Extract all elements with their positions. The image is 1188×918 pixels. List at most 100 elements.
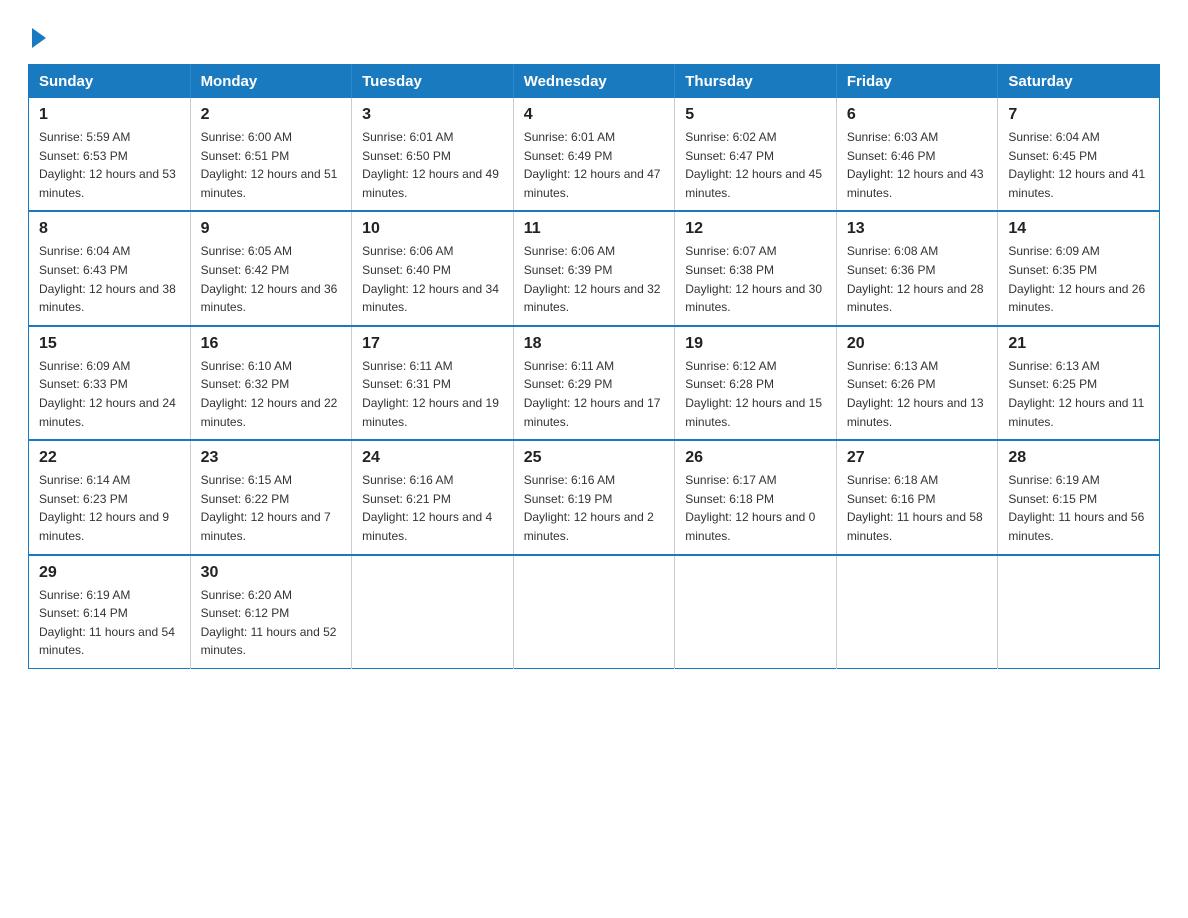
calendar-day-cell: 26Sunrise: 6:17 AMSunset: 6:18 PMDayligh… bbox=[675, 440, 837, 554]
day-number: 17 bbox=[362, 335, 503, 353]
calendar-day-cell bbox=[513, 555, 675, 669]
day-info: Sunrise: 6:03 AMSunset: 6:46 PMDaylight:… bbox=[847, 128, 988, 202]
calendar-day-cell: 21 Sunrise: 6:13 AMSunset: 6:25 PMDayligh… bbox=[998, 326, 1160, 440]
day-number: 19 bbox=[685, 335, 826, 353]
day-number: 22 bbox=[39, 449, 180, 467]
day-info: Sunrise: 6:13 AMSunset: 6:25 PMDaylight:… bbox=[1008, 357, 1149, 431]
calendar-day-cell: 11 Sunrise: 6:06 AMSunset: 6:39 PMDayligh… bbox=[513, 211, 675, 325]
day-info: Sunrise: 6:01 AMSunset: 6:49 PMDaylight:… bbox=[524, 128, 665, 202]
day-of-week-header: Sunday bbox=[29, 65, 191, 99]
day-info: Sunrise: 6:06 AMSunset: 6:39 PMDaylight:… bbox=[524, 242, 665, 316]
logo-arrow-icon bbox=[32, 28, 46, 48]
calendar-day-cell: 7Sunrise: 6:04 AMSunset: 6:45 PMDaylight… bbox=[998, 98, 1160, 211]
day-number: 28 bbox=[1008, 449, 1149, 467]
calendar-day-cell: 16 Sunrise: 6:10 AMSunset: 6:32 PMDayligh… bbox=[190, 326, 352, 440]
day-of-week-header: Monday bbox=[190, 65, 352, 99]
day-info: Sunrise: 6:07 AMSunset: 6:38 PMDaylight:… bbox=[685, 242, 826, 316]
day-info: Sunrise: 6:16 AMSunset: 6:21 PMDaylight:… bbox=[362, 471, 503, 545]
calendar-table: SundayMondayTuesdayWednesdayThursdayFrid… bbox=[28, 64, 1160, 669]
day-info: Sunrise: 6:05 AMSunset: 6:42 PMDaylight:… bbox=[201, 242, 342, 316]
day-info: Sunrise: 5:59 AMSunset: 6:53 PMDaylight:… bbox=[39, 128, 180, 202]
calendar-day-cell: 24 Sunrise: 6:16 AMSunset: 6:21 PMDayligh… bbox=[352, 440, 514, 554]
calendar-day-cell: 3 Sunrise: 6:01 AMSunset: 6:50 PMDaylight… bbox=[352, 98, 514, 211]
day-number: 27 bbox=[847, 449, 988, 467]
day-number: 5 bbox=[685, 106, 826, 124]
calendar-week-row: 8 Sunrise: 6:04 AMSunset: 6:43 PMDaylight… bbox=[29, 211, 1160, 325]
day-info: Sunrise: 6:14 AMSunset: 6:23 PMDaylight:… bbox=[39, 471, 180, 545]
calendar-day-cell: 12 Sunrise: 6:07 AMSunset: 6:38 PMDayligh… bbox=[675, 211, 837, 325]
day-number: 23 bbox=[201, 449, 342, 467]
day-number: 2 bbox=[201, 106, 342, 124]
day-number: 10 bbox=[362, 220, 503, 238]
calendar-day-cell: 23 Sunrise: 6:15 AMSunset: 6:22 PMDayligh… bbox=[190, 440, 352, 554]
day-info: Sunrise: 6:08 AMSunset: 6:36 PMDaylight:… bbox=[847, 242, 988, 316]
calendar-day-cell bbox=[836, 555, 998, 669]
calendar-day-cell: 25 Sunrise: 6:16 AMSunset: 6:19 PMDayligh… bbox=[513, 440, 675, 554]
day-number: 16 bbox=[201, 335, 342, 353]
day-of-week-header: Thursday bbox=[675, 65, 837, 99]
day-number: 20 bbox=[847, 335, 988, 353]
calendar-day-cell: 14Sunrise: 6:09 AMSunset: 6:35 PMDayligh… bbox=[998, 211, 1160, 325]
page-header bbox=[28, 24, 1160, 44]
day-number: 15 bbox=[39, 335, 180, 353]
calendar-day-cell bbox=[998, 555, 1160, 669]
day-number: 25 bbox=[524, 449, 665, 467]
day-number: 21 bbox=[1008, 335, 1149, 353]
calendar-day-cell: 29 Sunrise: 6:19 AMSunset: 6:14 PMDayligh… bbox=[29, 555, 191, 669]
day-info: Sunrise: 6:16 AMSunset: 6:19 PMDaylight:… bbox=[524, 471, 665, 545]
calendar-day-cell: 20 Sunrise: 6:13 AMSunset: 6:26 PMDayligh… bbox=[836, 326, 998, 440]
calendar-day-cell: 28Sunrise: 6:19 AMSunset: 6:15 PMDayligh… bbox=[998, 440, 1160, 554]
day-number: 26 bbox=[685, 449, 826, 467]
day-of-week-header: Wednesday bbox=[513, 65, 675, 99]
day-info: Sunrise: 6:11 AMSunset: 6:31 PMDaylight:… bbox=[362, 357, 503, 431]
day-info: Sunrise: 6:10 AMSunset: 6:32 PMDaylight:… bbox=[201, 357, 342, 431]
day-number: 8 bbox=[39, 220, 180, 238]
day-of-week-header: Saturday bbox=[998, 65, 1160, 99]
calendar-day-cell: 19 Sunrise: 6:12 AMSunset: 6:28 PMDayligh… bbox=[675, 326, 837, 440]
day-number: 9 bbox=[201, 220, 342, 238]
calendar-week-row: 29 Sunrise: 6:19 AMSunset: 6:14 PMDayligh… bbox=[29, 555, 1160, 669]
calendar-day-cell: 30Sunrise: 6:20 AMSunset: 6:12 PMDayligh… bbox=[190, 555, 352, 669]
day-info: Sunrise: 6:06 AMSunset: 6:40 PMDaylight:… bbox=[362, 242, 503, 316]
calendar-day-cell: 6Sunrise: 6:03 AMSunset: 6:46 PMDaylight… bbox=[836, 98, 998, 211]
calendar-day-cell: 18 Sunrise: 6:11 AMSunset: 6:29 PMDayligh… bbox=[513, 326, 675, 440]
day-number: 29 bbox=[39, 564, 180, 582]
calendar-day-cell: 2 Sunrise: 6:00 AMSunset: 6:51 PMDaylight… bbox=[190, 98, 352, 211]
day-info: Sunrise: 6:12 AMSunset: 6:28 PMDaylight:… bbox=[685, 357, 826, 431]
calendar-day-cell: 1 Sunrise: 5:59 AMSunset: 6:53 PMDaylight… bbox=[29, 98, 191, 211]
calendar-day-cell: 4 Sunrise: 6:01 AMSunset: 6:49 PMDaylight… bbox=[513, 98, 675, 211]
day-number: 12 bbox=[685, 220, 826, 238]
calendar-day-cell: 27 Sunrise: 6:18 AMSunset: 6:16 PMDayligh… bbox=[836, 440, 998, 554]
calendar-day-cell: 10 Sunrise: 6:06 AMSunset: 6:40 PMDayligh… bbox=[352, 211, 514, 325]
calendar-day-cell: 13 Sunrise: 6:08 AMSunset: 6:36 PMDayligh… bbox=[836, 211, 998, 325]
day-number: 18 bbox=[524, 335, 665, 353]
calendar-day-cell: 9 Sunrise: 6:05 AMSunset: 6:42 PMDaylight… bbox=[190, 211, 352, 325]
calendar-day-cell bbox=[675, 555, 837, 669]
day-number: 4 bbox=[524, 106, 665, 124]
day-info: Sunrise: 6:01 AMSunset: 6:50 PMDaylight:… bbox=[362, 128, 503, 202]
calendar-header-row: SundayMondayTuesdayWednesdayThursdayFrid… bbox=[29, 65, 1160, 99]
day-info: Sunrise: 6:04 AMSunset: 6:43 PMDaylight:… bbox=[39, 242, 180, 316]
day-info: Sunrise: 6:00 AMSunset: 6:51 PMDaylight:… bbox=[201, 128, 342, 202]
day-info: Sunrise: 6:15 AMSunset: 6:22 PMDaylight:… bbox=[201, 471, 342, 545]
day-info: Sunrise: 6:18 AMSunset: 6:16 PMDaylight:… bbox=[847, 471, 988, 545]
calendar-day-cell bbox=[352, 555, 514, 669]
calendar-day-cell: 22 Sunrise: 6:14 AMSunset: 6:23 PMDayligh… bbox=[29, 440, 191, 554]
day-info: Sunrise: 6:02 AMSunset: 6:47 PMDaylight:… bbox=[685, 128, 826, 202]
day-number: 13 bbox=[847, 220, 988, 238]
day-number: 1 bbox=[39, 106, 180, 124]
calendar-week-row: 15Sunrise: 6:09 AMSunset: 6:33 PMDayligh… bbox=[29, 326, 1160, 440]
day-info: Sunrise: 6:20 AMSunset: 6:12 PMDaylight:… bbox=[201, 586, 342, 660]
day-number: 11 bbox=[524, 220, 665, 238]
day-number: 14 bbox=[1008, 220, 1149, 238]
calendar-day-cell: 5 Sunrise: 6:02 AMSunset: 6:47 PMDaylight… bbox=[675, 98, 837, 211]
day-number: 24 bbox=[362, 449, 503, 467]
calendar-week-row: 22 Sunrise: 6:14 AMSunset: 6:23 PMDayligh… bbox=[29, 440, 1160, 554]
logo bbox=[28, 24, 46, 44]
day-info: Sunrise: 6:19 AMSunset: 6:14 PMDaylight:… bbox=[39, 586, 180, 660]
day-number: 3 bbox=[362, 106, 503, 124]
calendar-day-cell: 8 Sunrise: 6:04 AMSunset: 6:43 PMDaylight… bbox=[29, 211, 191, 325]
calendar-day-cell: 17 Sunrise: 6:11 AMSunset: 6:31 PMDayligh… bbox=[352, 326, 514, 440]
day-info: Sunrise: 6:13 AMSunset: 6:26 PMDaylight:… bbox=[847, 357, 988, 431]
day-info: Sunrise: 6:11 AMSunset: 6:29 PMDaylight:… bbox=[524, 357, 665, 431]
